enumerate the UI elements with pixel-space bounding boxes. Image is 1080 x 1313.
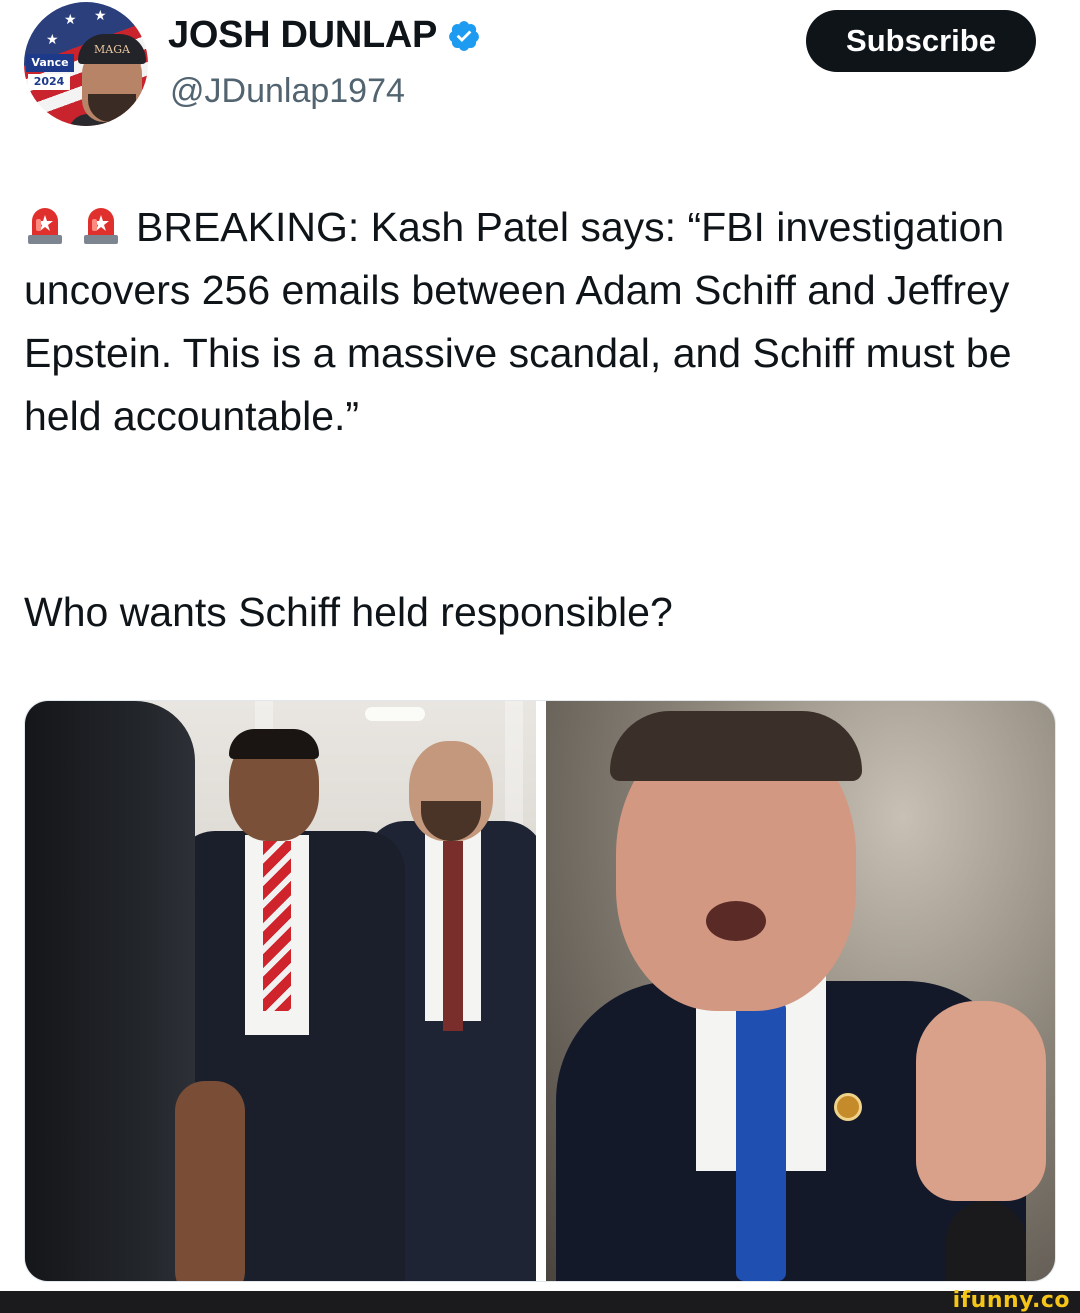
subscribe-button[interactable]: Subscribe (806, 10, 1036, 72)
author-handle[interactable]: @JDunlap1974 (170, 72, 405, 111)
post-media-grid[interactable] (24, 700, 1056, 1282)
ceiling-light (365, 707, 425, 721)
police-officer (25, 701, 195, 1281)
avatar-badge-year: 2024 (28, 74, 70, 90)
author-display-name[interactable]: JOSH DUNLAP (168, 14, 437, 57)
siren-icon (84, 208, 118, 244)
media-photo-hallway[interactable] (25, 701, 536, 1281)
star-icon: ★ (94, 8, 107, 24)
media-photo-portrait[interactable] (546, 701, 1055, 1281)
post-paragraph-2: Who wants Schiff held responsible? (24, 589, 673, 635)
avatar-hat: MAGA (78, 34, 146, 64)
avatar-badge-name: Vance (26, 54, 74, 72)
verified-badge-icon (449, 20, 479, 51)
author-name-row: JOSH DUNLAP (168, 14, 481, 57)
author-avatar[interactable]: ★ ★ ★ MAGA Vance 2024 (24, 2, 148, 126)
post-text: BREAKING: Kash Patel says: “FBI investig… (24, 204, 1012, 439)
footer-bar (0, 1291, 1080, 1313)
post-paragraph-1: BREAKING: Kash Patel says: “FBI investig… (24, 196, 1044, 448)
siren-icon (28, 208, 62, 244)
star-icon: ★ (64, 12, 77, 28)
microphone (946, 1201, 1026, 1281)
officer-arm (175, 1081, 245, 1281)
raised-hand (916, 1001, 1046, 1201)
ifunny-watermark: ifunny.co (952, 1288, 1070, 1313)
lapel-pin-icon (834, 1093, 862, 1121)
star-icon: ★ (46, 32, 59, 48)
